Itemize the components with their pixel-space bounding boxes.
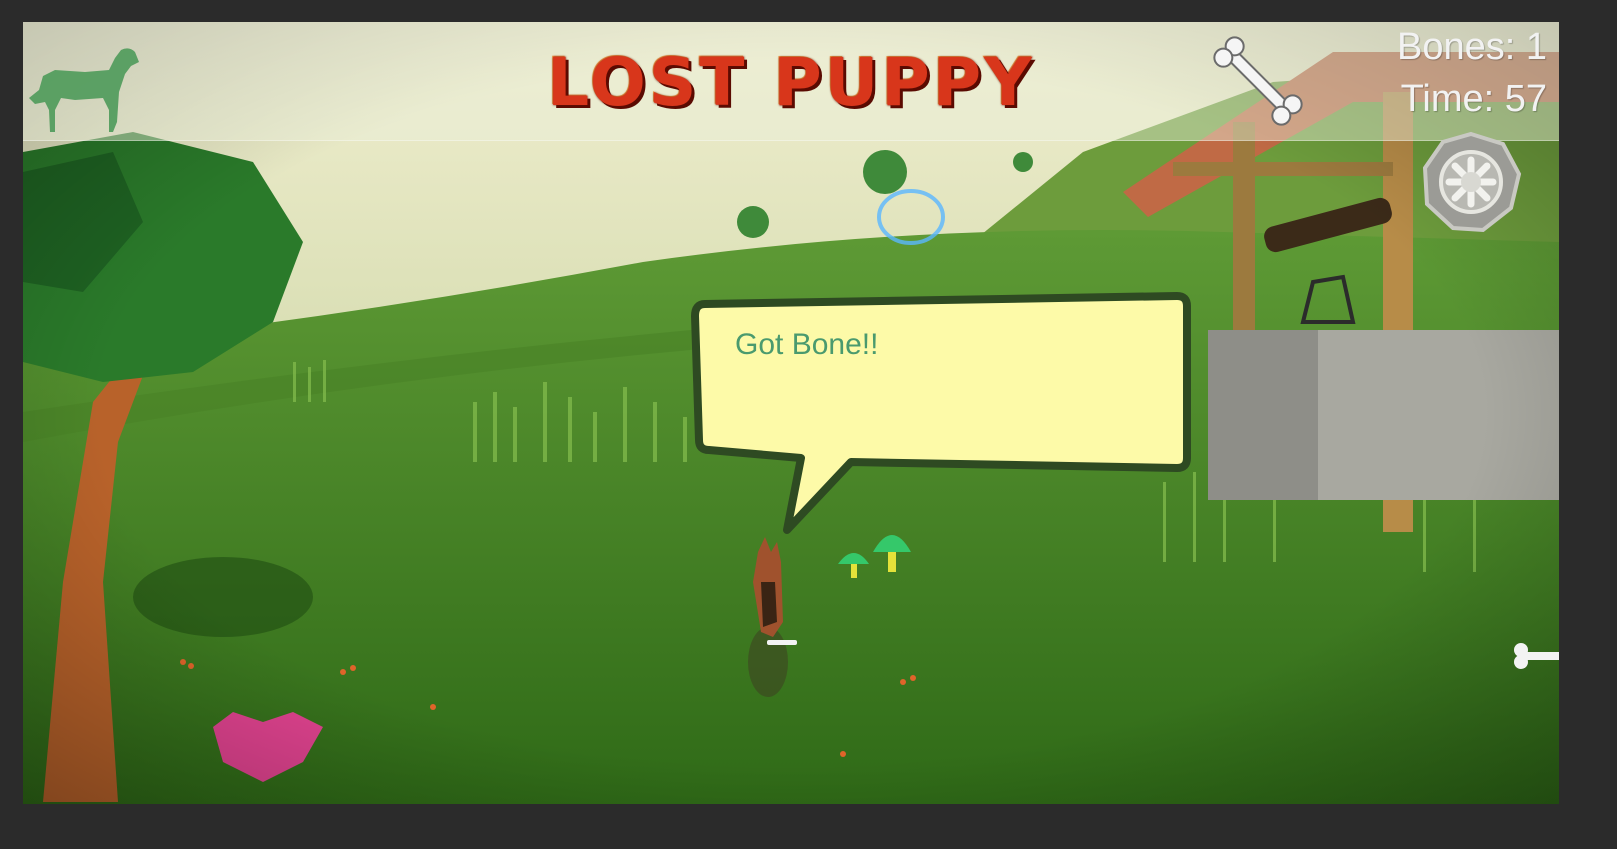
time-counter: Time: 57 [1400,78,1547,120]
game-title: LOST PUPPY [547,44,1035,121]
game-viewport[interactable]: LOST PUPPY Bones: 1 Time: 57 Got Bone!! [23,22,1559,804]
gear-icon[interactable] [1419,130,1523,234]
bone-icon [1213,36,1303,126]
bones-counter: Bones: 1 [1397,26,1547,68]
bone-pickup-icon[interactable] [1511,638,1559,674]
speech-bubble-text: Got Bone!! [735,328,879,361]
